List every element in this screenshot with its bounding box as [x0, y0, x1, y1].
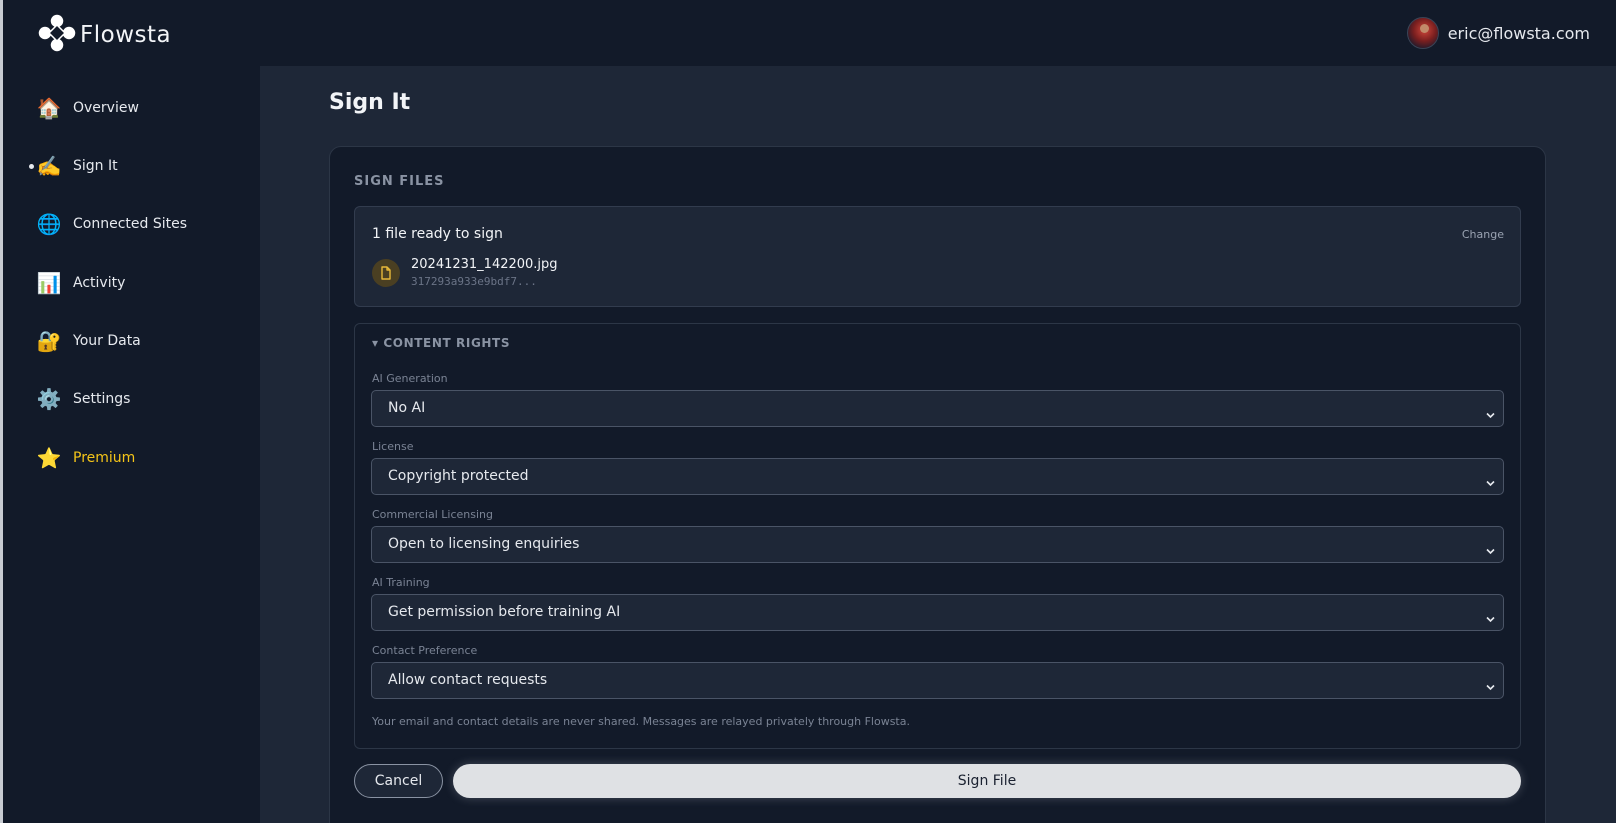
sidebar-item-sign-it[interactable]: ✍️ Sign It [3, 146, 260, 186]
commercial-licensing-select[interactable]: Open to licensing enquiries [371, 526, 1504, 563]
star-icon: ⭐ [36, 446, 62, 470]
file-summary: 1 file ready to sign Change 20241231_142… [354, 206, 1521, 307]
file-hash: 317293a933e9bdf7... [411, 275, 537, 288]
sign-files-card: SIGN FILES 1 file ready to sign Change 2… [329, 146, 1546, 823]
sidebar-item-overview[interactable]: 🏠 Overview [3, 88, 260, 128]
sidebar-item-label: Sign It [73, 158, 118, 174]
sidebar-item-label: Activity [73, 275, 126, 291]
license-select[interactable]: Copyright protected [371, 458, 1504, 495]
contact-preference-label: Contact Preference [372, 644, 478, 657]
top-bar: Flowsta eric@flowsta.com [3, 0, 1616, 66]
license-label: License [372, 440, 414, 453]
sidebar-item-label: Connected Sites [73, 216, 188, 232]
active-indicator [29, 163, 34, 169]
globe-icon: 🌐 [36, 212, 62, 236]
page-title: Sign It [329, 90, 411, 115]
section-label: SIGN FILES [354, 174, 445, 189]
avatar[interactable] [1406, 17, 1439, 49]
select-value: Get permission before training AI [388, 604, 621, 620]
sidebar-item-label: Your Data [73, 333, 141, 349]
ai-training-select[interactable]: Get permission before training AI [371, 594, 1504, 631]
sidebar-item-premium[interactable]: ⭐ Premium [3, 438, 260, 478]
flowsta-logo-icon [36, 12, 78, 58]
content-rights-toggle[interactable]: ▾ CONTENT RIGHTS [372, 336, 510, 350]
contact-preference-select[interactable]: Allow contact requests [371, 662, 1504, 699]
sign-file-button[interactable]: Sign File [453, 764, 1521, 798]
select-value: Allow contact requests [388, 672, 548, 688]
ai-training-label: AI Training [372, 576, 430, 589]
cancel-button[interactable]: Cancel [354, 764, 443, 798]
main-content: Sign It SIGN FILES 1 file ready to sign … [260, 66, 1616, 823]
privacy-helper-text: Your email and contact details are never… [372, 715, 910, 728]
file-icon [372, 259, 400, 287]
bar-chart-icon: 📊 [36, 271, 62, 295]
sidebar-item-your-data[interactable]: 🔐 Your Data [3, 321, 260, 361]
change-files-link[interactable]: Change [1462, 228, 1504, 241]
file-count-text: 1 file ready to sign [372, 226, 503, 242]
sidebar-item-connected-sites[interactable]: 🌐 Connected Sites [3, 204, 260, 244]
ai-generation-select[interactable]: No AI [371, 390, 1504, 427]
chevron-down-icon [1486, 472, 1495, 491]
ai-generation-label: AI Generation [372, 372, 448, 385]
gear-icon: ⚙️ [36, 387, 62, 411]
brand-logo[interactable]: Flowsta [36, 12, 171, 58]
sidebar-item-label: Premium [73, 450, 136, 466]
content-rights-panel: ▾ CONTENT RIGHTS AI Generation No AI Lic… [354, 323, 1521, 749]
sidebar-item-label: Settings [73, 391, 131, 407]
user-email: eric@flowsta.com [1447, 23, 1590, 43]
select-value: Copyright protected [388, 468, 529, 484]
chevron-down-icon [1486, 676, 1495, 695]
select-value: No AI [388, 400, 426, 416]
sidebar: 🏠 Overview ✍️ Sign It 🌐 Connected Sites … [3, 66, 260, 823]
sidebar-item-activity[interactable]: 📊 Activity [3, 263, 260, 303]
writing-hand-icon: ✍️ [36, 154, 62, 178]
sidebar-item-settings[interactable]: ⚙️ Settings [3, 379, 260, 419]
chevron-down-icon [1486, 540, 1495, 559]
chevron-down-icon [1486, 608, 1495, 627]
house-icon: 🏠 [36, 96, 62, 120]
select-value: Open to licensing enquiries [388, 536, 580, 552]
lock-key-icon: 🔐 [36, 329, 62, 353]
user-menu[interactable]: eric@flowsta.com [1406, 17, 1590, 49]
sidebar-item-label: Overview [73, 100, 139, 116]
brand-name: Flowsta [80, 22, 172, 48]
chevron-down-icon [1486, 404, 1495, 423]
commercial-licensing-label: Commercial Licensing [372, 508, 493, 521]
file-name: 20241231_142200.jpg [411, 257, 558, 272]
